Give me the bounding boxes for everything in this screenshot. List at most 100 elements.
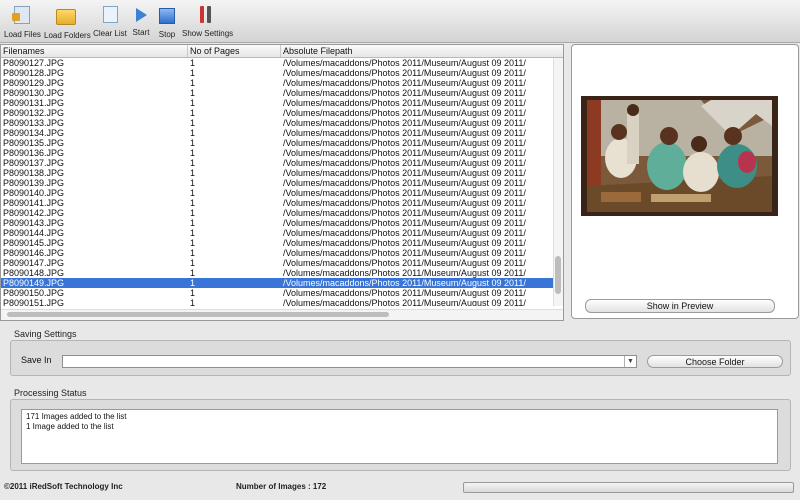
cell-pages: 1 <box>190 198 196 208</box>
table-header: Filenames No of Pages Absolute Filepath <box>1 45 563 58</box>
cell-pages: 1 <box>190 258 196 268</box>
start-button[interactable]: Start <box>131 6 151 40</box>
cell-pages: 1 <box>190 138 196 148</box>
progress-bar <box>463 482 794 493</box>
cell-pages: 1 <box>190 168 196 178</box>
table-row[interactable]: P8090139.JPG 1/Volumes/macaddons/Photos 2… <box>1 178 553 188</box>
vertical-scroll-thumb[interactable] <box>555 256 561 294</box>
save-in-combo[interactable]: ▼ <box>62 355 637 368</box>
cell-filepath: /Volumes/macaddons/Photos 2011/Museum/Au… <box>283 238 526 248</box>
cell-pages: 1 <box>190 58 196 68</box>
cell-filepath: /Volumes/macaddons/Photos 2011/Museum/Au… <box>283 118 526 128</box>
cell-pages: 1 <box>190 248 196 258</box>
file-table[interactable]: Filenames No of Pages Absolute Filepath … <box>0 44 564 321</box>
table-row[interactable]: P8090131.JPG 1/Volumes/macaddons/Photos 2… <box>1 98 553 108</box>
table-row[interactable]: P8090148.JPG 1/Volumes/macaddons/Photos 2… <box>1 268 553 278</box>
cell-filepath: /Volumes/macaddons/Photos 2011/Museum/Au… <box>283 168 526 178</box>
cell-filepath: /Volumes/macaddons/Photos 2011/Museum/Au… <box>283 278 526 288</box>
folder-icon <box>56 9 76 25</box>
show-settings-button[interactable]: Show Settings <box>182 6 234 40</box>
load-folders-button[interactable]: Load Folders <box>44 6 91 40</box>
table-row[interactable]: P8090141.JPG 1/Volumes/macaddons/Photos 2… <box>1 198 553 208</box>
cell-filepath: /Volumes/macaddons/Photos 2011/Museum/Au… <box>283 248 526 258</box>
play-icon <box>135 8 147 22</box>
table-row[interactable]: P8090151.JPG 1/Volumes/macaddons/Photos 2… <box>1 298 553 306</box>
column-header-filenames[interactable]: Filenames <box>1 45 188 57</box>
status-line: 1 Image added to the list <box>26 422 114 431</box>
table-row[interactable]: P8090149.JPG 1/Volumes/macaddons/Photos 2… <box>1 278 553 288</box>
cell-filepath: /Volumes/macaddons/Photos 2011/Museum/Au… <box>283 108 526 118</box>
cell-filename: P8090149.JPG <box>3 278 65 288</box>
table-row[interactable]: P8090136.JPG 1/Volumes/macaddons/Photos 2… <box>1 148 553 158</box>
cell-pages: 1 <box>190 118 196 128</box>
cell-filepath: /Volumes/macaddons/Photos 2011/Museum/Au… <box>283 178 526 188</box>
cell-filename: P8090147.JPG <box>3 258 65 268</box>
load-files-icon <box>12 6 30 24</box>
table-row[interactable]: P8090145.JPG 1/Volumes/macaddons/Photos 2… <box>1 238 553 248</box>
cell-filename: P8090127.JPG <box>3 58 65 68</box>
cell-filename: P8090143.JPG <box>3 218 65 228</box>
cell-pages: 1 <box>190 188 196 198</box>
cell-filepath: /Volumes/macaddons/Photos 2011/Museum/Au… <box>283 258 526 268</box>
horizontal-scrollbar[interactable] <box>1 309 563 320</box>
cell-pages: 1 <box>190 108 196 118</box>
table-row[interactable]: P8090129.JPG 1/Volumes/macaddons/Photos 2… <box>1 78 553 88</box>
table-row[interactable]: P8090134.JPG 1/Volumes/macaddons/Photos 2… <box>1 128 553 138</box>
cell-filename: P8090142.JPG <box>3 208 65 218</box>
load-files-label: Load Files <box>4 30 41 39</box>
cell-pages: 1 <box>190 238 196 248</box>
cell-pages: 1 <box>190 98 196 108</box>
cell-filename: P8090141.JPG <box>3 198 65 208</box>
cell-pages: 1 <box>190 68 196 78</box>
tools-icon <box>198 6 214 23</box>
load-folders-label: Load Folders <box>44 31 91 40</box>
start-label: Start <box>132 28 150 37</box>
table-row[interactable]: P8090150.JPG 1/Volumes/macaddons/Photos 2… <box>1 288 553 298</box>
processing-status-log[interactable]: 171 Images added to the list 1 Image add… <box>21 409 778 464</box>
table-row[interactable]: P8090142.JPG 1/Volumes/macaddons/Photos 2… <box>1 208 553 218</box>
choose-folder-button[interactable]: Choose Folder <box>647 355 783 368</box>
table-row[interactable]: P8090132.JPG 1/Volumes/macaddons/Photos 2… <box>1 108 553 118</box>
table-rows: P8090127.JPG 1/Volumes/macaddons/Photos 2… <box>1 58 553 306</box>
table-row[interactable]: P8090135.JPG 1/Volumes/macaddons/Photos 2… <box>1 138 553 148</box>
show-settings-label: Show Settings <box>182 29 234 38</box>
cell-filename: P8090151.JPG <box>3 298 65 306</box>
cell-filename: P8090128.JPG <box>3 68 65 78</box>
table-row[interactable]: P8090144.JPG 1/Volumes/macaddons/Photos 2… <box>1 228 553 238</box>
cell-filename: P8090150.JPG <box>3 288 65 298</box>
show-in-preview-button[interactable]: Show in Preview <box>585 299 775 313</box>
cell-filepath: /Volumes/macaddons/Photos 2011/Museum/Au… <box>283 68 526 78</box>
stop-icon <box>159 8 175 24</box>
chevron-down-icon[interactable]: ▼ <box>624 356 636 367</box>
cell-pages: 1 <box>190 288 196 298</box>
cell-filename: P8090139.JPG <box>3 178 65 188</box>
table-row[interactable]: P8090140.JPG 1/Volumes/macaddons/Photos 2… <box>1 188 553 198</box>
cell-filename: P8090131.JPG <box>3 98 65 108</box>
cell-filename: P8090137.JPG <box>3 158 65 168</box>
image-preview <box>581 96 778 216</box>
cell-filepath: /Volumes/macaddons/Photos 2011/Museum/Au… <box>283 228 526 238</box>
table-row[interactable]: P8090147.JPG 1/Volumes/macaddons/Photos 2… <box>1 258 553 268</box>
table-row[interactable]: P8090137.JPG 1/Volumes/macaddons/Photos 2… <box>1 158 553 168</box>
table-row[interactable]: P8090143.JPG 1/Volumes/macaddons/Photos 2… <box>1 218 553 228</box>
vertical-scrollbar[interactable] <box>553 58 563 306</box>
cell-filepath: /Volumes/macaddons/Photos 2011/Museum/Au… <box>283 208 526 218</box>
table-row[interactable]: P8090138.JPG 1/Volumes/macaddons/Photos 2… <box>1 168 553 178</box>
cell-filename: P8090136.JPG <box>3 148 65 158</box>
cell-filename: P8090132.JPG <box>3 108 65 118</box>
table-row[interactable]: P8090133.JPG 1/Volumes/macaddons/Photos 2… <box>1 118 553 128</box>
clear-list-button[interactable]: Clear List <box>93 6 127 40</box>
table-row[interactable]: P8090128.JPG 1/Volumes/macaddons/Photos 2… <box>1 68 553 78</box>
stop-button[interactable]: Stop <box>157 6 177 40</box>
table-row[interactable]: P8090127.JPG 1/Volumes/macaddons/Photos 2… <box>1 58 553 68</box>
cell-filename: P8090133.JPG <box>3 118 65 128</box>
table-row[interactable]: P8090146.JPG 1/Volumes/macaddons/Photos 2… <box>1 248 553 258</box>
preview-panel: Show in Preview <box>571 44 799 319</box>
cell-pages: 1 <box>190 128 196 138</box>
horizontal-scroll-thumb[interactable] <box>7 312 389 317</box>
load-files-button[interactable]: Load Files <box>4 6 41 40</box>
column-header-filepath[interactable]: Absolute Filepath <box>281 45 563 57</box>
table-row[interactable]: P8090130.JPG 1/Volumes/macaddons/Photos 2… <box>1 88 553 98</box>
column-header-pages[interactable]: No of Pages <box>188 45 281 57</box>
stop-label: Stop <box>158 30 176 39</box>
